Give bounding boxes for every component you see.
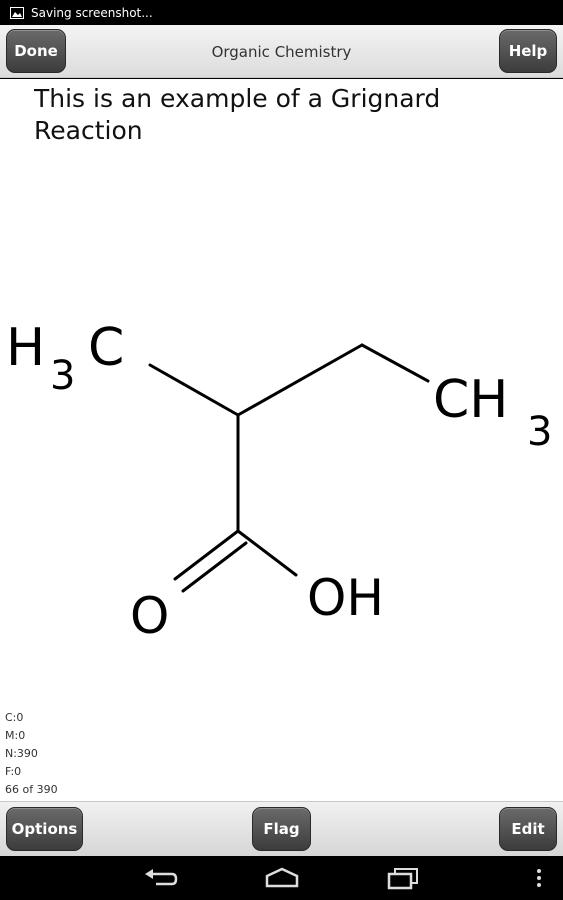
stats-panel: C:0 M:0 N:390 F:0 66 of 390 xyxy=(5,709,58,799)
label-left-methyl-sub: 3 xyxy=(50,353,75,399)
label-left-methyl-h: H xyxy=(6,318,45,378)
bond-c2-c3 xyxy=(236,343,364,417)
back-icon[interactable] xyxy=(142,866,180,890)
stat-f: F:0 xyxy=(5,765,22,778)
top-bar: Organic Chemistry Done Help xyxy=(0,25,563,78)
flag-button[interactable]: Flag xyxy=(252,807,311,851)
options-button[interactable]: Options xyxy=(6,807,83,851)
help-button[interactable]: Help xyxy=(499,29,557,73)
label-hydroxyl: OH xyxy=(307,569,384,627)
label-carbonyl-o: O xyxy=(130,587,169,645)
notification-text: Saving screenshot... xyxy=(31,5,153,20)
edit-button[interactable]: Edit xyxy=(499,807,557,851)
navigation-bar xyxy=(0,856,563,900)
bottom-bar: Options Flag Edit xyxy=(0,801,563,856)
label-right-methyl-sub: 3 xyxy=(527,409,552,455)
bond-c-oh xyxy=(236,529,298,577)
flashcard-content[interactable]: This is an example of a Grignard Reactio… xyxy=(0,79,563,801)
status-bar: Saving screenshot... xyxy=(0,0,563,25)
home-icon[interactable] xyxy=(264,866,300,890)
image-icon xyxy=(10,6,24,19)
stat-n: N:390 xyxy=(5,747,38,760)
progress-counter: 66 of 390 xyxy=(5,783,58,796)
page-title: Organic Chemistry xyxy=(211,42,352,61)
recent-apps-icon[interactable] xyxy=(386,866,420,890)
bond-c1-c2 xyxy=(148,363,240,417)
stat-m: M:0 xyxy=(5,729,26,742)
molecule-structure: H 3 C CH 3 O OH xyxy=(6,318,552,645)
bond-c3-c4 xyxy=(360,343,430,383)
stat-c: C:0 xyxy=(5,711,24,724)
done-button[interactable]: Done xyxy=(6,29,66,73)
label-right-methyl: CH xyxy=(433,370,508,430)
label-left-methyl-c: C xyxy=(88,318,124,378)
overflow-menu-icon[interactable] xyxy=(534,866,544,890)
